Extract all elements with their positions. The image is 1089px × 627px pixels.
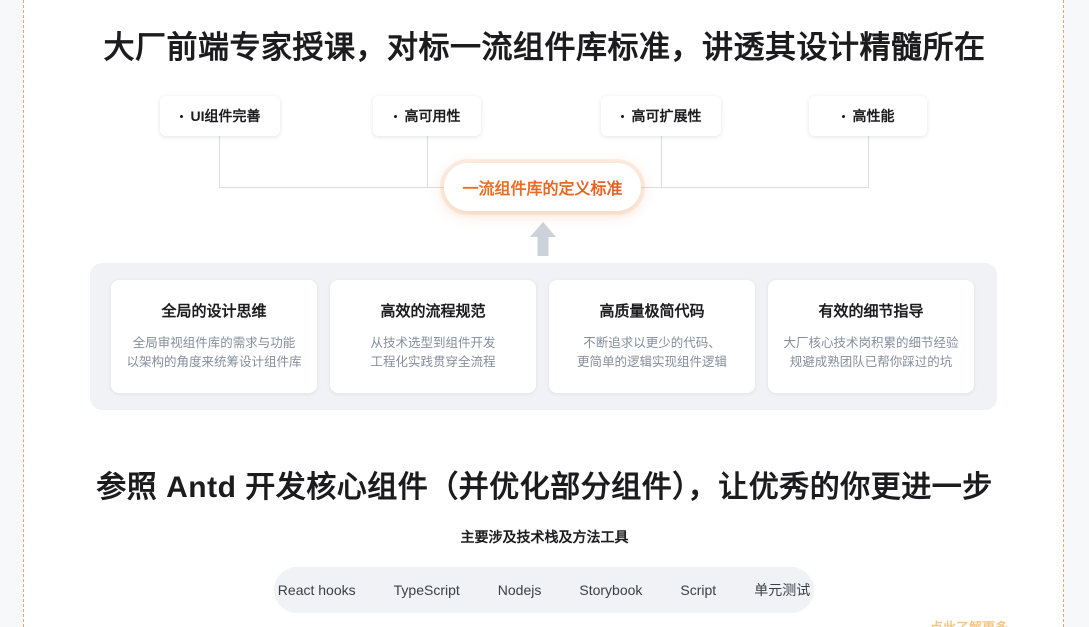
feature-card-description: 大厂核心技术岗积累的细节经验 规避成熟团队已帮你踩过的坑: [783, 336, 959, 369]
tech-stack-item[interactable]: Nodejs: [498, 582, 542, 598]
tech-stack-pill: React hooks TypeScript Nodejs Storybook …: [274, 567, 814, 613]
bullet-dot-icon: [620, 114, 624, 118]
criteria-tag-ui-components[interactable]: UI组件完善: [160, 96, 280, 136]
bullet-dot-icon: [841, 114, 845, 118]
feature-card-title: 有效的细节指导: [818, 303, 924, 320]
tech-stack-item[interactable]: Storybook: [579, 582, 642, 598]
feature-card[interactable]: 全局的设计思维 全局审视组件库的需求与功能 以架构的角度来统筹设计组件库: [111, 280, 317, 393]
section-one-headline: 大厂前端专家授课，对标一流组件库标准，讲透其设计精髓所在: [103, 30, 986, 65]
guide-line-right: [1063, 0, 1064, 627]
tech-stack-label: 主要涉及技术栈及方法工具: [460, 529, 629, 545]
criteria-tag-label: 高可扩展性: [631, 108, 702, 124]
feature-card-container: 全局的设计思维 全局审视组件库的需求与功能 以架构的角度来统筹设计组件库 高效的…: [90, 263, 997, 410]
criteria-tag-usability[interactable]: 高可用性: [373, 96, 481, 136]
center-definition-pill[interactable]: 一流组件库的定义标准: [444, 163, 641, 211]
feature-card-description: 不断追求以更少的代码、 更简单的逻辑实现组件逻辑: [576, 336, 727, 369]
feature-card[interactable]: 高质量极简代码 不断追求以更少的代码、 更简单的逻辑实现组件逻辑: [549, 280, 755, 393]
feature-card-description: 从技术选型到组件开发 工程化实践贯穿全流程: [370, 336, 496, 369]
center-definition-label: 一流组件库的定义标准: [462, 175, 622, 199]
bullet-dot-icon: [393, 114, 397, 118]
tech-stack-item[interactable]: TypeScript: [394, 582, 460, 598]
guide-line-left: [23, 0, 24, 627]
feature-card-title: 全局的设计思维: [161, 303, 267, 320]
criteria-tag-performance[interactable]: 高性能: [809, 96, 927, 136]
feature-card[interactable]: 高效的流程规范 从技术选型到组件开发 工程化实践贯穿全流程: [330, 280, 536, 393]
tech-stack-item[interactable]: Script: [680, 582, 716, 598]
feature-card-title: 高效的流程规范: [380, 303, 486, 320]
criteria-tag-label: UI组件完善: [190, 108, 261, 124]
tech-stack-item[interactable]: React hooks: [278, 582, 356, 598]
bullet-dot-icon: [179, 114, 183, 118]
criteria-tag-label: 高可用性: [404, 108, 461, 124]
criteria-tag-row: UI组件完善 高可用性 高可扩展性 高性能: [0, 96, 1089, 136]
section-two-headline: 参照 Antd 开发核心组件（并优化部分组件），让优秀的你更进一步: [96, 471, 993, 504]
clipped-footer-text[interactable]: 点此了解更多: [930, 617, 1008, 627]
criteria-tag-extensibility[interactable]: 高可扩展性: [601, 96, 721, 136]
feature-card-description: 全局审视组件库的需求与功能 以架构的角度来统筹设计组件库: [126, 336, 302, 369]
arrow-up-icon: [529, 222, 557, 256]
feature-card[interactable]: 有效的细节指导 大厂核心技术岗积累的细节经验 规避成熟团队已帮你踩过的坑: [768, 280, 974, 393]
feature-card-title: 高质量极简代码: [599, 303, 705, 320]
tech-stack-item[interactable]: 单元测试: [754, 580, 810, 600]
criteria-tag-label: 高性能: [852, 108, 895, 124]
